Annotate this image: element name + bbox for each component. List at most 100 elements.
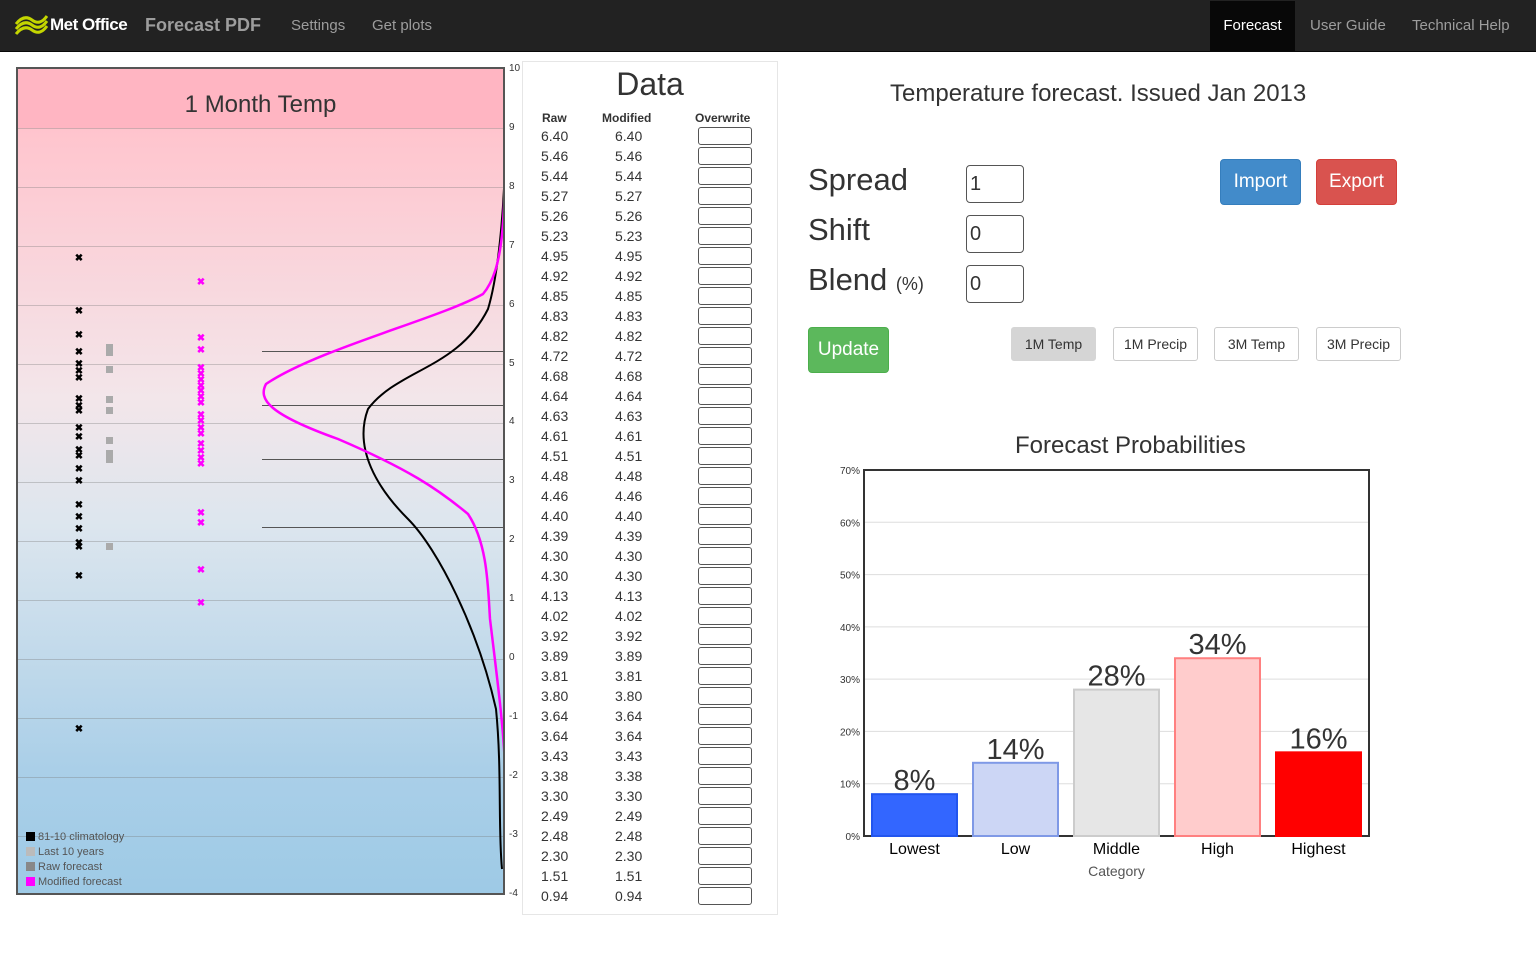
toggle-1m-precip[interactable]: 1M Precip — [1113, 327, 1198, 361]
modified-value: 4.46 — [615, 488, 643, 504]
col-overwrite-header: Overwrite — [695, 111, 751, 125]
raw-forecast-curve — [362, 187, 503, 870]
data-title: Data — [616, 66, 684, 102]
raw-value: 4.63 — [541, 408, 569, 424]
chart-category-label: Low — [1001, 841, 1031, 858]
overwrite-input[interactable] — [698, 627, 752, 645]
overwrite-input[interactable] — [698, 247, 752, 265]
plot-y-tick-label: 9 — [509, 121, 515, 133]
overwrite-input[interactable] — [698, 287, 752, 305]
data-table-row: 4.95 4.95 — [523, 246, 777, 266]
shift-input[interactable] — [966, 215, 1024, 253]
overwrite-input[interactable] — [698, 227, 752, 245]
top-navbar: Met Office Forecast PDF Settings Get plo… — [0, 0, 1536, 52]
overwrite-input[interactable] — [698, 487, 752, 505]
overwrite-input[interactable] — [698, 447, 752, 465]
overwrite-input[interactable] — [698, 267, 752, 285]
climatology-point: ✖ — [74, 524, 84, 535]
toggle-3m-precip[interactable]: 3M Precip — [1316, 327, 1401, 361]
overwrite-input[interactable] — [698, 367, 752, 385]
overwrite-input[interactable] — [698, 827, 752, 845]
import-button[interactable]: Import — [1220, 159, 1301, 205]
nav-forecast-tab[interactable]: Forecast — [1210, 1, 1295, 51]
chart-y-tick-label: 50% — [840, 571, 860, 582]
overwrite-input[interactable] — [698, 147, 752, 165]
overwrite-input[interactable] — [698, 347, 752, 365]
climatology-point: ✖ — [74, 451, 84, 462]
legend-raw-swatch — [26, 862, 35, 871]
overwrite-input[interactable] — [698, 747, 752, 765]
brand-logo[interactable]: Met Office — [14, 13, 134, 39]
overwrite-input[interactable] — [698, 567, 752, 585]
overwrite-input[interactable] — [698, 707, 752, 725]
modified-forecast-point: ✖ — [196, 333, 206, 344]
chart-bar — [871, 793, 958, 837]
nav-settings-link[interactable]: Settings — [291, 17, 345, 34]
data-table-row: 4.46 4.46 — [523, 486, 777, 506]
toggle-3m-temp[interactable]: 3M Temp — [1214, 327, 1299, 361]
nav-user-guide-link[interactable]: User Guide — [1310, 17, 1386, 34]
modified-value: 3.64 — [615, 728, 643, 744]
modified-value: 4.40 — [615, 508, 643, 524]
spread-input[interactable] — [966, 165, 1024, 203]
overwrite-input[interactable] — [698, 847, 752, 865]
overwrite-input[interactable] — [698, 787, 752, 805]
overwrite-input[interactable] — [698, 387, 752, 405]
overwrite-input[interactable] — [698, 507, 752, 525]
raw-value: 6.40 — [541, 128, 569, 144]
raw-value: 2.49 — [541, 808, 569, 824]
nav-technical-help-link[interactable]: Technical Help — [1412, 17, 1510, 34]
data-table-row: 3.89 3.89 — [523, 646, 777, 666]
data-table-row: 4.39 4.39 — [523, 526, 777, 546]
overwrite-input[interactable] — [698, 187, 752, 205]
blend-label-wrap: Blend (%) — [808, 262, 924, 298]
overwrite-input[interactable] — [698, 427, 752, 445]
brand-text: Met Office — [50, 15, 128, 34]
overwrite-input[interactable] — [698, 647, 752, 665]
raw-value: 4.39 — [541, 528, 569, 544]
chart-y-tick-label: 70% — [840, 466, 860, 477]
chart-bar-value-label: 34% — [1188, 629, 1246, 661]
data-table-row: 3.81 3.81 — [523, 666, 777, 686]
modified-value: 4.83 — [615, 308, 643, 324]
plot-y-tick-label: 4 — [509, 416, 515, 428]
nav-get-plots-link[interactable]: Get plots — [372, 17, 432, 34]
raw-value: 4.48 — [541, 468, 569, 484]
blend-input[interactable] — [966, 265, 1024, 303]
overwrite-input[interactable] — [698, 467, 752, 485]
overwrite-input[interactable] — [698, 407, 752, 425]
overwrite-input[interactable] — [698, 687, 752, 705]
export-button[interactable]: Export — [1316, 159, 1397, 205]
overwrite-input[interactable] — [698, 327, 752, 345]
data-table-row: 5.26 5.26 — [523, 206, 777, 226]
overwrite-input[interactable] — [698, 607, 752, 625]
overwrite-input[interactable] — [698, 527, 752, 545]
blend-unit: (%) — [895, 274, 924, 294]
overwrite-input[interactable] — [698, 767, 752, 785]
modified-value: 4.64 — [615, 388, 643, 404]
overwrite-input[interactable] — [698, 867, 752, 885]
temperature-distribution-plot[interactable]: 1 Month Temp ✖ ✖ ✖ ✖ ✖ ✖ ✖ ✖ ✖ ✖ ✖ ✖ ✖ ✖ ✖ ✖ ✖ ✖ ✖ ✖ ✖ ✖ ✖ ✖ ✖ ✖ ✖… — [16, 67, 505, 895]
overwrite-input[interactable] — [698, 727, 752, 745]
overwrite-input[interactable] — [698, 667, 752, 685]
modified-forecast-point: ✖ — [196, 345, 206, 356]
overwrite-input[interactable] — [698, 207, 752, 225]
data-table-row: 6.40 6.40 — [523, 126, 777, 146]
climatology-point: ✖ — [74, 724, 84, 735]
overwrite-input[interactable] — [698, 807, 752, 825]
toggle-1m-temp[interactable]: 1M Temp — [1011, 327, 1096, 361]
plot-y-tick-label: 8 — [509, 180, 515, 192]
climatology-point: ✖ — [74, 406, 84, 417]
overwrite-input[interactable] — [698, 127, 752, 145]
chart-category-label: Middle — [1093, 841, 1140, 858]
overwrite-input[interactable] — [698, 887, 752, 905]
overwrite-input[interactable] — [698, 547, 752, 565]
modified-value: 3.30 — [615, 788, 643, 804]
app-name-link[interactable]: Forecast PDF — [145, 15, 261, 36]
modified-value: 5.46 — [615, 148, 643, 164]
overwrite-input[interactable] — [698, 307, 752, 325]
update-button[interactable]: Update — [808, 327, 889, 373]
overwrite-input[interactable] — [698, 167, 752, 185]
plot-y-tick-label: 3 — [509, 475, 515, 487]
overwrite-input[interactable] — [698, 587, 752, 605]
